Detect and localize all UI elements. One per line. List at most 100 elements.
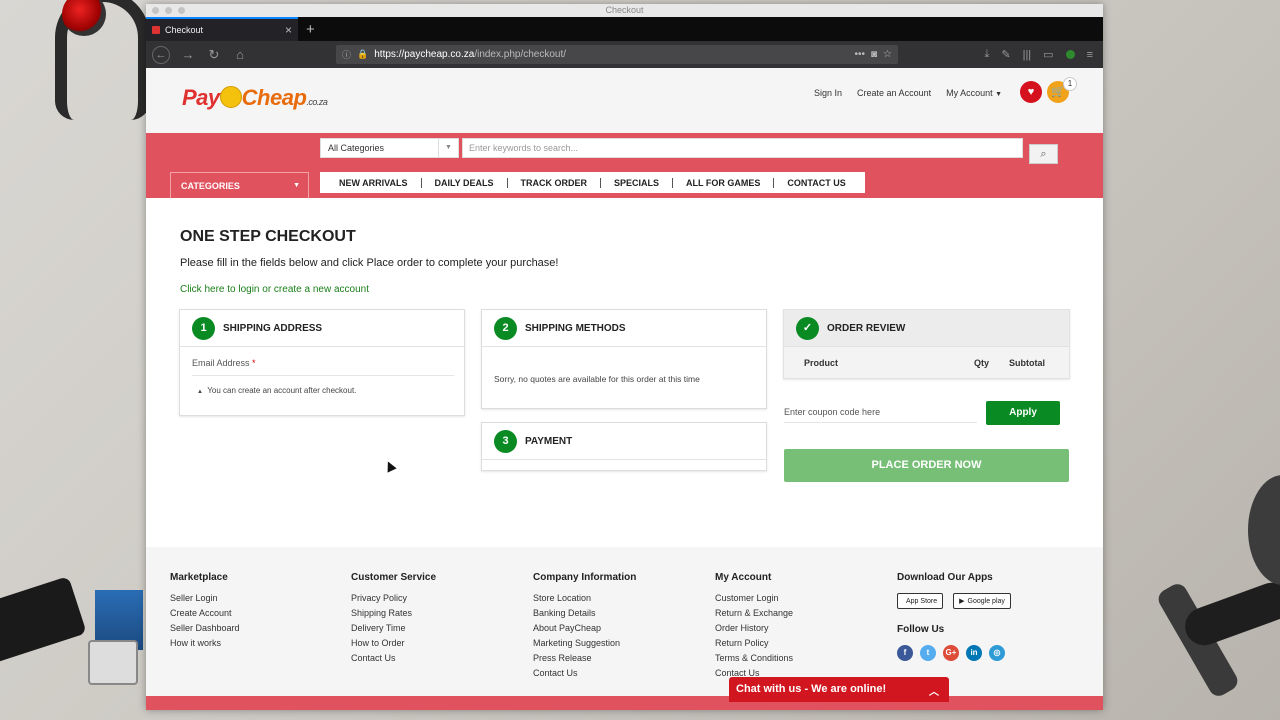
footer-heading: Follow Us xyxy=(897,624,945,635)
coupon-input[interactable]: Enter coupon code here xyxy=(784,401,977,423)
place-order-button[interactable]: PLACE ORDER NOW xyxy=(784,449,1069,482)
category-select-value: All Categories xyxy=(328,143,385,153)
footer-link-return-exchange[interactable]: Return & Exchange xyxy=(715,608,793,618)
my-account-dropdown[interactable]: My Account ▼ xyxy=(946,88,1002,98)
footer-link-about[interactable]: About PayCheap xyxy=(533,623,636,633)
browser-tab[interactable]: Checkout × xyxy=(146,17,298,41)
google-play-label: Google play xyxy=(967,597,1005,605)
extension-icon[interactable] xyxy=(1065,50,1075,59)
menu-item-specials[interactable]: SPECIALS xyxy=(601,177,674,188)
pocket-icon[interactable]: ◙ xyxy=(871,49,877,60)
column-qty: Qty xyxy=(974,358,990,368)
app-store-label: App Store xyxy=(906,597,938,605)
close-tab-icon[interactable]: × xyxy=(285,23,292,37)
header-links: Sign In Create an Account My Account ▼ xyxy=(814,88,1002,98)
reload-icon[interactable]: ↻ xyxy=(206,47,222,63)
home-icon[interactable]: ⌂ xyxy=(232,47,248,62)
footer-link-how-to-order[interactable]: How to Order xyxy=(351,638,436,648)
footer-heading: My Account xyxy=(715,572,772,583)
footer-link-seller-login[interactable]: Seller Login xyxy=(170,593,240,603)
footer-link-press-release[interactable]: Press Release xyxy=(533,653,636,663)
forward-icon[interactable]: → xyxy=(180,47,196,62)
category-select[interactable]: All Categories ▼ xyxy=(320,138,459,158)
footer-link-shipping-rates[interactable]: Shipping Rates xyxy=(351,608,436,618)
search-and-menu-band: All Categories ▼ Enter keywords to searc… xyxy=(146,133,1103,198)
email-field[interactable] xyxy=(192,375,454,376)
page-actions-icon[interactable]: ••• xyxy=(854,49,865,60)
linkedin-icon[interactable]: in xyxy=(966,645,982,661)
facebook-icon[interactable]: f xyxy=(897,645,913,661)
sidebar-icon[interactable]: ▭ xyxy=(1043,48,1053,61)
footer-customer-service: Customer Service Privacy Policy Shipping… xyxy=(351,572,436,668)
caret-down-icon: ▼ xyxy=(995,91,1003,98)
panel-title: PAYMENT xyxy=(525,435,573,447)
library-icon[interactable]: ||| xyxy=(1023,49,1032,61)
page-title: ONE STEP CHECKOUT xyxy=(180,228,356,245)
menu-icon[interactable]: ≡ xyxy=(1087,49,1093,61)
footer-link-return-policy[interactable]: Return Policy xyxy=(715,638,793,648)
apply-coupon-button[interactable]: Apply xyxy=(986,401,1060,425)
app-store-button[interactable]: App Store xyxy=(897,593,944,609)
instagram-icon[interactable]: ◎ xyxy=(989,645,1005,661)
menu-item-new-arrivals[interactable]: NEW ARRIVALS xyxy=(326,177,422,188)
footer-link-delivery-time[interactable]: Delivery Time xyxy=(351,623,436,633)
footer-link-privacy-policy[interactable]: Privacy Policy xyxy=(351,593,436,603)
phone-decoration xyxy=(0,576,87,664)
tools-icon[interactable]: ✎ xyxy=(1001,48,1010,61)
lock-icon: 🔒 xyxy=(357,49,369,59)
footer-link-contact-us[interactable]: Contact Us xyxy=(351,653,436,663)
url-text: https://paycheap.co.za/index.php/checkou… xyxy=(374,49,848,60)
desktop-background-right xyxy=(1103,0,1280,720)
app-badges: App Store ▶ Google play xyxy=(897,593,1011,609)
payment-panel: 3 PAYMENT xyxy=(481,422,767,471)
footer-red-bar xyxy=(146,696,1103,710)
search-icon: ⌕ xyxy=(1040,148,1047,160)
bookmark-star-icon[interactable]: ☆ xyxy=(883,49,892,60)
twitter-icon[interactable]: t xyxy=(920,645,936,661)
footer-link-customer-login[interactable]: Customer Login xyxy=(715,593,793,603)
back-icon[interactable]: ← xyxy=(152,45,170,64)
chevron-up-icon[interactable]: ︿ xyxy=(929,683,939,698)
wishlist-heart-icon[interactable]: ♥ xyxy=(1020,81,1042,103)
create-account-link[interactable]: Create an Account xyxy=(857,88,931,98)
footer-link-seller-dashboard[interactable]: Seller Dashboard xyxy=(170,623,240,633)
menu-item-track-order[interactable]: TRACK ORDER xyxy=(508,177,602,188)
categories-button[interactable]: CATEGORIES ▼ xyxy=(170,172,309,198)
menu-item-all-for-games[interactable]: ALL FOR GAMES xyxy=(673,177,775,188)
favicon-icon xyxy=(152,26,160,34)
info-icon[interactable]: ⓘ xyxy=(342,48,351,61)
search-button[interactable]: ⌕ xyxy=(1029,144,1058,164)
cart-count-badge: 1 xyxy=(1063,77,1077,91)
paycheap-logo[interactable]: Pay Cheap.co.za xyxy=(182,85,328,111)
payment-header: 3 PAYMENT xyxy=(482,423,766,460)
footer-link-how-it-works[interactable]: How it works xyxy=(170,638,240,648)
my-account-label: My Account xyxy=(946,88,993,98)
account-note: ▲ You can create an account after checko… xyxy=(197,386,356,395)
footer-link-order-history[interactable]: Order History xyxy=(715,623,793,633)
address-bar[interactable]: ⓘ 🔒 https://paycheap.co.za/index.php/che… xyxy=(336,45,898,64)
google-play-button[interactable]: ▶ Google play xyxy=(953,593,1011,609)
download-icon[interactable]: ⤓ xyxy=(985,48,990,61)
footer-link-create-account[interactable]: Create Account xyxy=(170,608,240,618)
search-input[interactable]: Enter keywords to search... xyxy=(462,138,1023,158)
window-controls[interactable] xyxy=(152,7,185,14)
panel-title: SHIPPING METHODS xyxy=(525,322,626,334)
menu-item-daily-deals[interactable]: DAILY DEALS xyxy=(422,177,508,188)
footer-link-contact-us[interactable]: Contact Us xyxy=(533,668,636,678)
footer-link-terms[interactable]: Terms & Conditions xyxy=(715,653,793,663)
footer-link-banking-details[interactable]: Banking Details xyxy=(533,608,636,618)
chevron-down-icon: ▼ xyxy=(438,139,458,157)
site-footer: Marketplace Seller Login Create Account … xyxy=(146,547,1103,697)
tab-bar: Checkout × + xyxy=(146,17,1103,41)
menu-item-contact-us[interactable]: CONTACT US xyxy=(774,178,858,188)
login-link[interactable]: Click here to login or create a new acco… xyxy=(180,284,369,295)
google-plus-icon[interactable]: G+ xyxy=(943,645,959,661)
new-tab-icon[interactable]: + xyxy=(298,17,323,41)
site-header: Pay Cheap.co.za Sign In Create an Account… xyxy=(146,68,1103,133)
footer-link-marketing-suggestion[interactable]: Marketing Suggestion xyxy=(533,638,636,648)
footer-link-store-location[interactable]: Store Location xyxy=(533,593,636,603)
mouse-cursor-icon xyxy=(383,459,397,473)
navigation-bar: ← → ↻ ⌂ ⓘ 🔒 https://paycheap.co.za/index… xyxy=(146,41,1103,68)
sign-in-link[interactable]: Sign In xyxy=(814,88,842,98)
chat-widget[interactable]: Chat with us - We are online! ︿ xyxy=(729,677,949,702)
